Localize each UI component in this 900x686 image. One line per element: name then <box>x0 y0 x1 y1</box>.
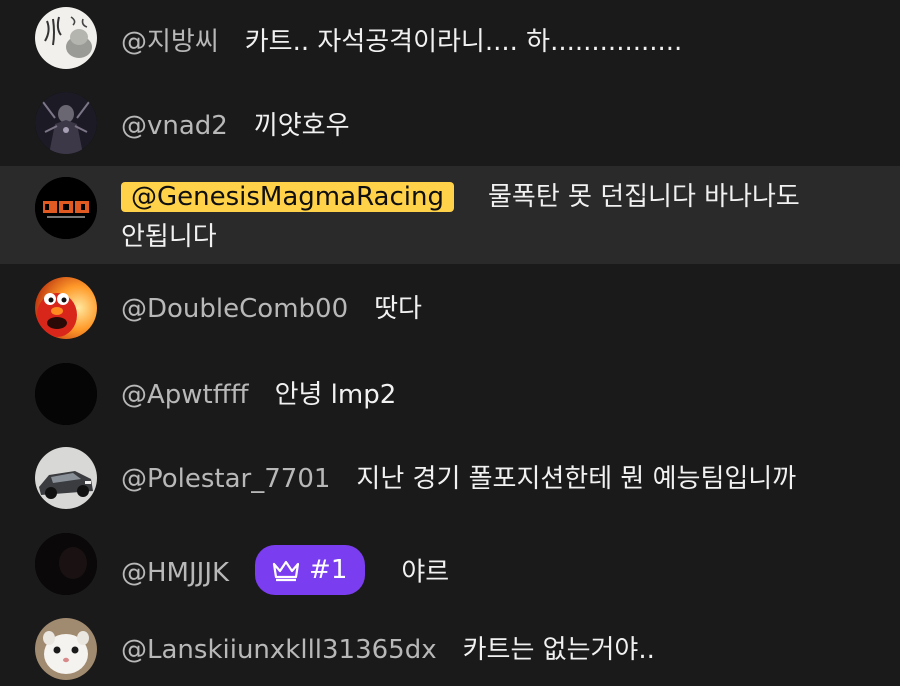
chat-message: @Lanskiiunxklll31365dx 카트는 없는거야.. <box>0 606 900 686</box>
message-text: 지난 경기 폴포지션한테 뭔 예능팀입니까 <box>356 464 797 494</box>
avatar[interactable] <box>35 447 97 509</box>
author-name[interactable]: @Apwtffff <box>121 380 249 410</box>
avatar[interactable] <box>35 618 97 680</box>
author-name[interactable]: @Lanskiiunxklll31365dx <box>121 635 437 665</box>
avatar[interactable] <box>35 533 97 595</box>
avatar-dark-figure-icon <box>35 92 97 154</box>
message-line: @Polestar_7701 지난 경기 폴포지션한테 뭔 예능팀입니까 <box>121 461 860 497</box>
message-text: 카트.. 자석공격이라니.... 하................ <box>244 27 683 57</box>
message-text: 카트는 없는거야.. <box>462 635 655 665</box>
member-rank-badge: #1 <box>255 545 366 595</box>
avatar-red-monster-icon <box>35 277 97 339</box>
avatar[interactable] <box>35 92 97 154</box>
message-line: @vnad2 끼얏호우 <box>121 108 860 144</box>
message-line: @Lanskiiunxklll31365dx 카트는 없는거야.. <box>121 632 860 668</box>
message-line: @HMJJJK #1 야르 <box>121 545 860 598</box>
badge-rank-text: #1 <box>309 555 348 585</box>
chat-message-highlighted: @GenesisMagmaRacing 물폭탄 못 던집니다 바나나도 안됩니다 <box>0 166 900 264</box>
message-line: @지방씨 카트.. 자석공격이라니.... 하................ <box>121 24 860 60</box>
message-text: 야르 <box>401 557 450 588</box>
message-line: @GenesisMagmaRacing 물폭탄 못 던집니다 바나나도 <box>121 179 860 215</box>
avatar-gmr-logo-icon <box>35 177 97 239</box>
avatar-black-icon <box>35 363 97 425</box>
chat-message: @DoubleComb00 땃다 <box>0 264 900 352</box>
avatar-ferret-icon <box>35 618 97 680</box>
message-text: 땃다 <box>374 294 422 324</box>
author-name[interactable]: @HMJJJK <box>121 558 229 588</box>
message-text-continued: 안됩니다 <box>121 222 217 252</box>
avatar[interactable] <box>35 277 97 339</box>
avatar[interactable] <box>35 177 97 239</box>
owner-author-name[interactable]: @GenesisMagmaRacing <box>121 182 454 212</box>
avatar-cat-calligraphy-icon <box>35 7 97 69</box>
chat-message: @HMJJJK #1 야르 <box>0 522 900 606</box>
message-text: 끼얏호우 <box>253 111 350 141</box>
crown-icon <box>272 560 300 582</box>
message-line: @DoubleComb00 땃다 <box>121 291 860 327</box>
avatar[interactable] <box>35 363 97 425</box>
author-name[interactable]: @Polestar_7701 <box>121 464 330 494</box>
author-name[interactable]: @vnad2 <box>121 111 228 141</box>
chat-message: @Apwtffff 안녕 lmp2 <box>0 352 900 436</box>
message-text: 물폭탄 못 던집니다 바나나도 <box>488 182 800 212</box>
chat-message: @Polestar_7701 지난 경기 폴포지션한테 뭔 예능팀입니까 <box>0 436 900 522</box>
message-line: @Apwtffff 안녕 lmp2 <box>121 377 860 413</box>
avatar-car-icon <box>35 447 97 509</box>
avatar[interactable] <box>35 7 97 69</box>
author-name[interactable]: @DoubleComb00 <box>121 294 348 324</box>
author-name[interactable]: @지방씨 <box>121 27 219 57</box>
avatar-dark-icon <box>35 533 97 595</box>
message-text: 안녕 lmp2 <box>274 380 397 410</box>
live-chat-list: @지방씨 카트.. 자석공격이라니.... 하................ @… <box>0 0 900 686</box>
chat-message: @vnad2 끼얏호우 <box>0 84 900 166</box>
chat-message: @지방씨 카트.. 자석공격이라니.... 하................ <box>0 0 900 84</box>
